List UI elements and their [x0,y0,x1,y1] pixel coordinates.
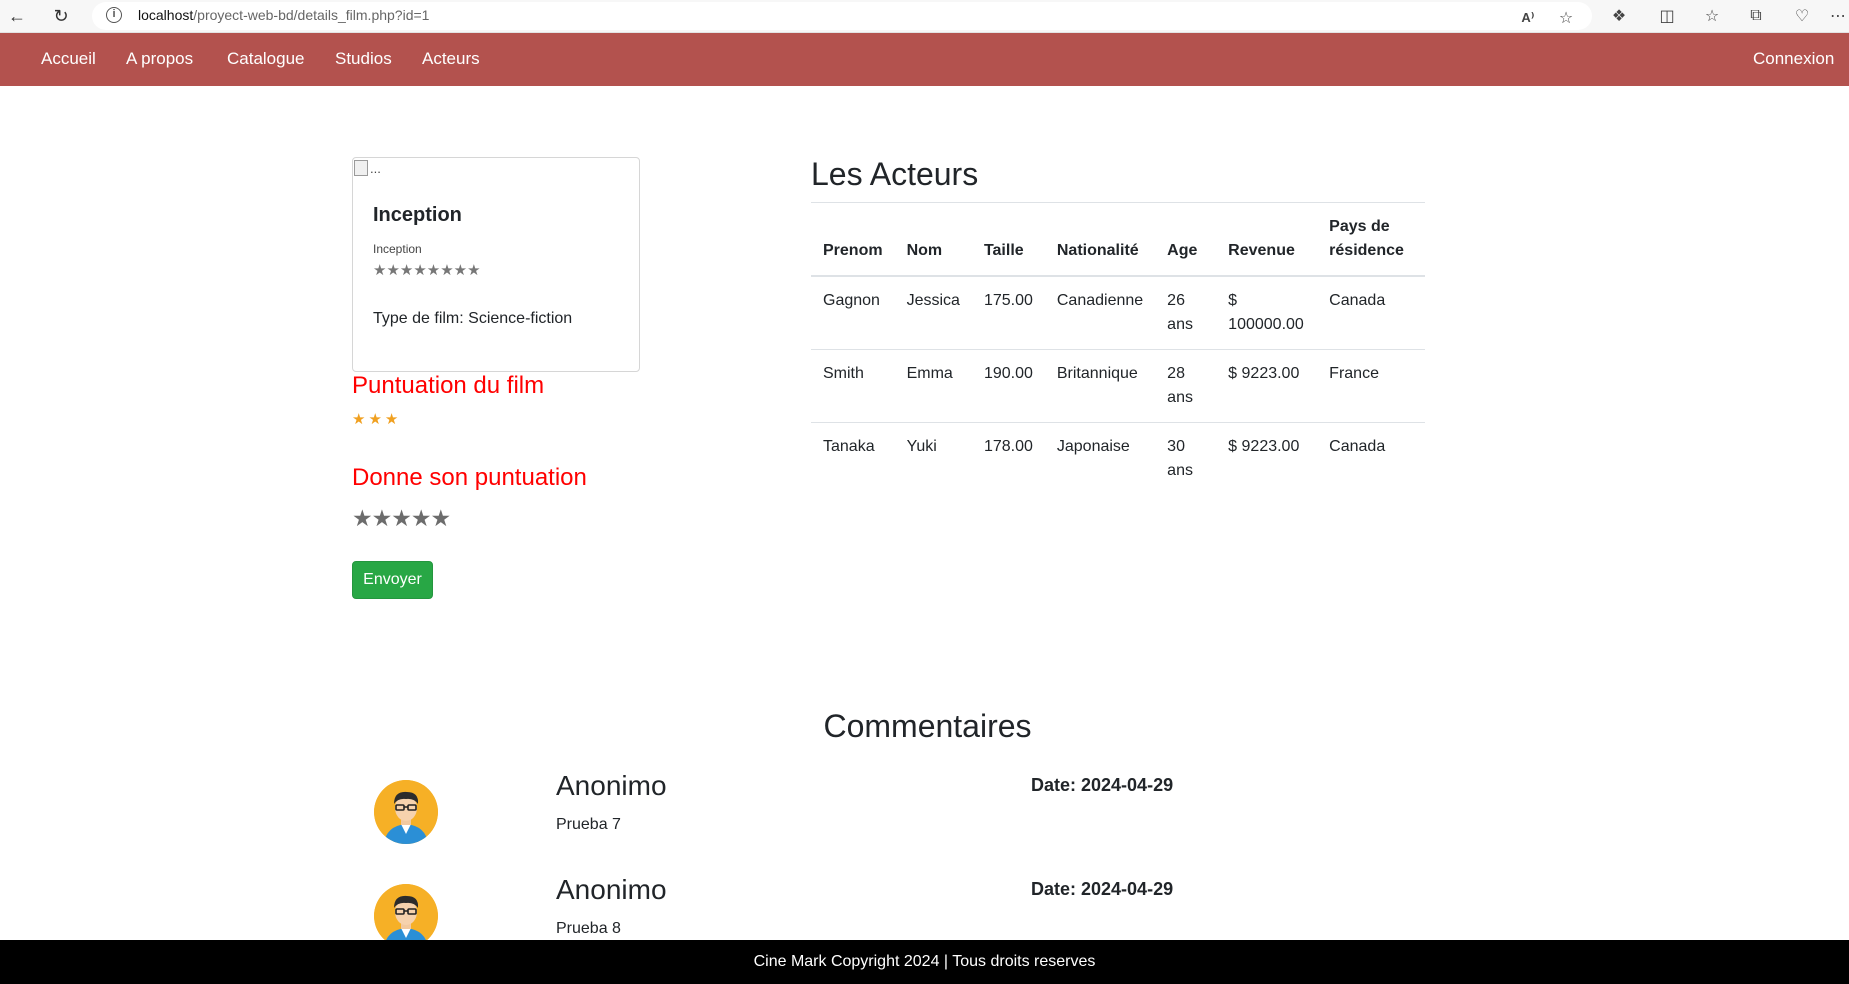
user-avatar-icon [374,780,438,844]
cell-revenue: $ 9223.00 [1216,349,1318,423]
reload-icon[interactable]: ↻ [48,3,74,29]
table-row: Gagnon Jessica 175.00 Canadienne 26 ans … [811,275,1425,350]
cell-age: 26 ans [1155,275,1217,350]
film-title: Inception [373,204,462,226]
cell-pays: Canada [1317,275,1425,350]
site-info-icon[interactable]: i [106,7,122,23]
column-header: Nom [894,202,972,277]
nav-catalogue[interactable]: Catalogue [227,49,305,69]
page-footer: Cine Mark Copyright 2024 | Tous droits r… [0,940,1849,984]
column-header: Nationalité [1044,202,1156,277]
read-aloud-icon[interactable]: A⁾ [1516,6,1540,30]
column-header: Revenue [1216,202,1318,277]
nav-acteurs[interactable]: Acteurs [422,49,480,69]
cell-nom: Emma [894,349,972,423]
comment-date: Date: 2024-04-29 [1031,775,1174,795]
cell-revenue: $ 100000.00 [1216,275,1318,350]
table-header-row: Prenom Nom Taille Nationalité Age Revenu… [811,202,1425,277]
column-header: Pays de résidence [1317,202,1425,277]
nav-a-propos[interactable]: A propos [126,49,193,69]
film-type: Type de film: Science-fiction [373,310,573,327]
film-poster-image: ... [354,160,381,176]
cell-pays: Canada [1317,422,1425,496]
cell-taille: 190.00 [971,349,1045,423]
nav-connexion[interactable]: Connexion [1753,49,1834,69]
comment-text: Prueba 8 [556,920,621,937]
cell-age: 28 ans [1155,349,1217,423]
user-avatar-icon [374,884,438,948]
give-rating-heading: Donne son puntuation [352,464,587,491]
avatar [374,780,438,844]
cell-nationalite: Britannique [1044,349,1156,423]
address-bar[interactable]: i localhost/proyect-web-bd/details_film.… [92,2,1592,30]
actors-table: Prenom Nom Taille Nationalité Age Revenu… [811,202,1425,496]
column-header: Prenom [811,202,895,277]
table-row: Smith Emma 190.00 Britannique 28 ans $ 9… [811,349,1425,423]
film-rating-stars: ★★★ [352,411,402,428]
browser-toolbar: ← ↻ i localhost/proyect-web-bd/details_f… [0,0,1849,33]
url-text[interactable]: localhost/proyect-web-bd/details_film.ph… [138,7,429,23]
cell-prenom: Smith [811,349,895,423]
comment-author: Anonimo [556,770,667,801]
favorites-icon[interactable]: ☆ [1700,4,1724,28]
cell-revenue: $ 9223.00 [1216,422,1318,496]
comment-date: Date: 2024-04-29 [1031,879,1174,899]
rating-input-stars[interactable]: ★★★★★ [352,505,451,532]
comments-title: Commentaires [823,708,1032,744]
table-row: Tanaka Yuki 178.00 Japonaise 30 ans $ 92… [811,422,1425,496]
rating-heading: Puntuation du film [352,372,545,399]
actors-title: Les Acteurs [811,156,979,192]
cell-nom: Jessica [894,275,972,350]
column-header: Taille [971,202,1045,277]
submit-rating-button[interactable]: Envoyer [352,561,433,599]
collections-icon[interactable]: ⧉ [1744,4,1768,28]
browser-essentials-icon[interactable]: ♡ [1790,4,1814,28]
cell-pays: France [1317,349,1425,423]
avatar [374,884,438,948]
footer-copyright: Cine Mark Copyright 2024 | Tous droits r… [753,953,1096,970]
cell-taille: 178.00 [971,422,1045,496]
broken-image-icon [354,160,368,176]
split-screen-icon[interactable]: ◫ [1655,4,1679,28]
nav-studios[interactable]: Studios [335,49,392,69]
film-stars: ★★★★★★★★ [373,262,481,279]
film-subtitle: Inception [373,242,422,256]
comment-author: Anonimo [556,874,667,905]
cell-prenom: Tanaka [811,422,895,496]
cell-nationalite: Canadienne [1044,275,1156,350]
cell-age: 30 ans [1155,422,1217,496]
poster-alt-text: ... [370,160,381,176]
cell-nationalite: Japonaise [1044,422,1156,496]
cell-nom: Yuki [894,422,972,496]
column-header: Age [1155,202,1217,277]
extensions-icon[interactable]: ❖ [1607,4,1631,28]
favorite-star-icon[interactable]: ☆ [1554,6,1578,30]
nav-accueil[interactable]: Accueil [41,49,96,69]
comment-item: Anonimo Prueba 7 Date: 2024-04-29 [0,770,1849,860]
comment-text: Prueba 7 [556,816,621,833]
back-icon[interactable]: ← [4,3,30,29]
main-navbar: Accueil A propos Catalogue Studios Acteu… [0,33,1849,86]
more-menu-icon[interactable]: ⋯ [1826,4,1849,28]
film-card: ... Inception Inception ★★★★★★★★ Type de… [352,157,640,372]
cell-prenom: Gagnon [811,275,895,350]
cell-taille: 175.00 [971,275,1045,350]
